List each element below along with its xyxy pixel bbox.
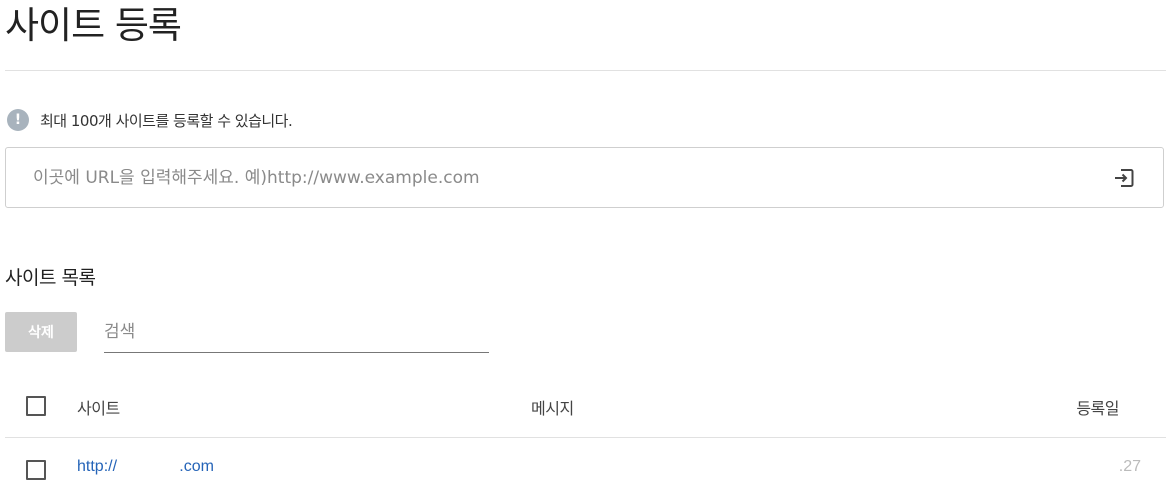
delete-button[interactable]: 삭제 xyxy=(5,312,77,352)
search-field xyxy=(104,312,489,353)
notice-text: 최대 100개 사이트를 등록할 수 있습니다. xyxy=(40,111,293,130)
table-row: http:// .com .27 xyxy=(5,438,1166,497)
registered-date: .27 xyxy=(1118,458,1141,475)
url-input-box xyxy=(5,147,1164,208)
search-input[interactable] xyxy=(104,312,489,352)
select-all-checkbox[interactable] xyxy=(26,396,46,416)
table-header: 사이트 메시지 등록일 xyxy=(5,378,1166,438)
title-divider xyxy=(5,70,1166,71)
notice: ! 최대 100개 사이트를 등록할 수 있습니다. xyxy=(7,109,293,131)
site-link[interactable]: http:// .com xyxy=(77,458,214,476)
url-input[interactable] xyxy=(6,148,1111,207)
site-list-title: 사이트 목록 xyxy=(5,267,96,289)
column-site: 사이트 xyxy=(77,399,120,418)
column-date: 등록일 xyxy=(1076,399,1119,418)
row-checkbox[interactable] xyxy=(26,460,46,480)
enter-icon[interactable] xyxy=(1111,165,1137,191)
page-title: 사이트 등록 xyxy=(5,4,182,47)
info-icon: ! xyxy=(7,109,29,131)
column-message: 메시지 xyxy=(531,399,574,418)
